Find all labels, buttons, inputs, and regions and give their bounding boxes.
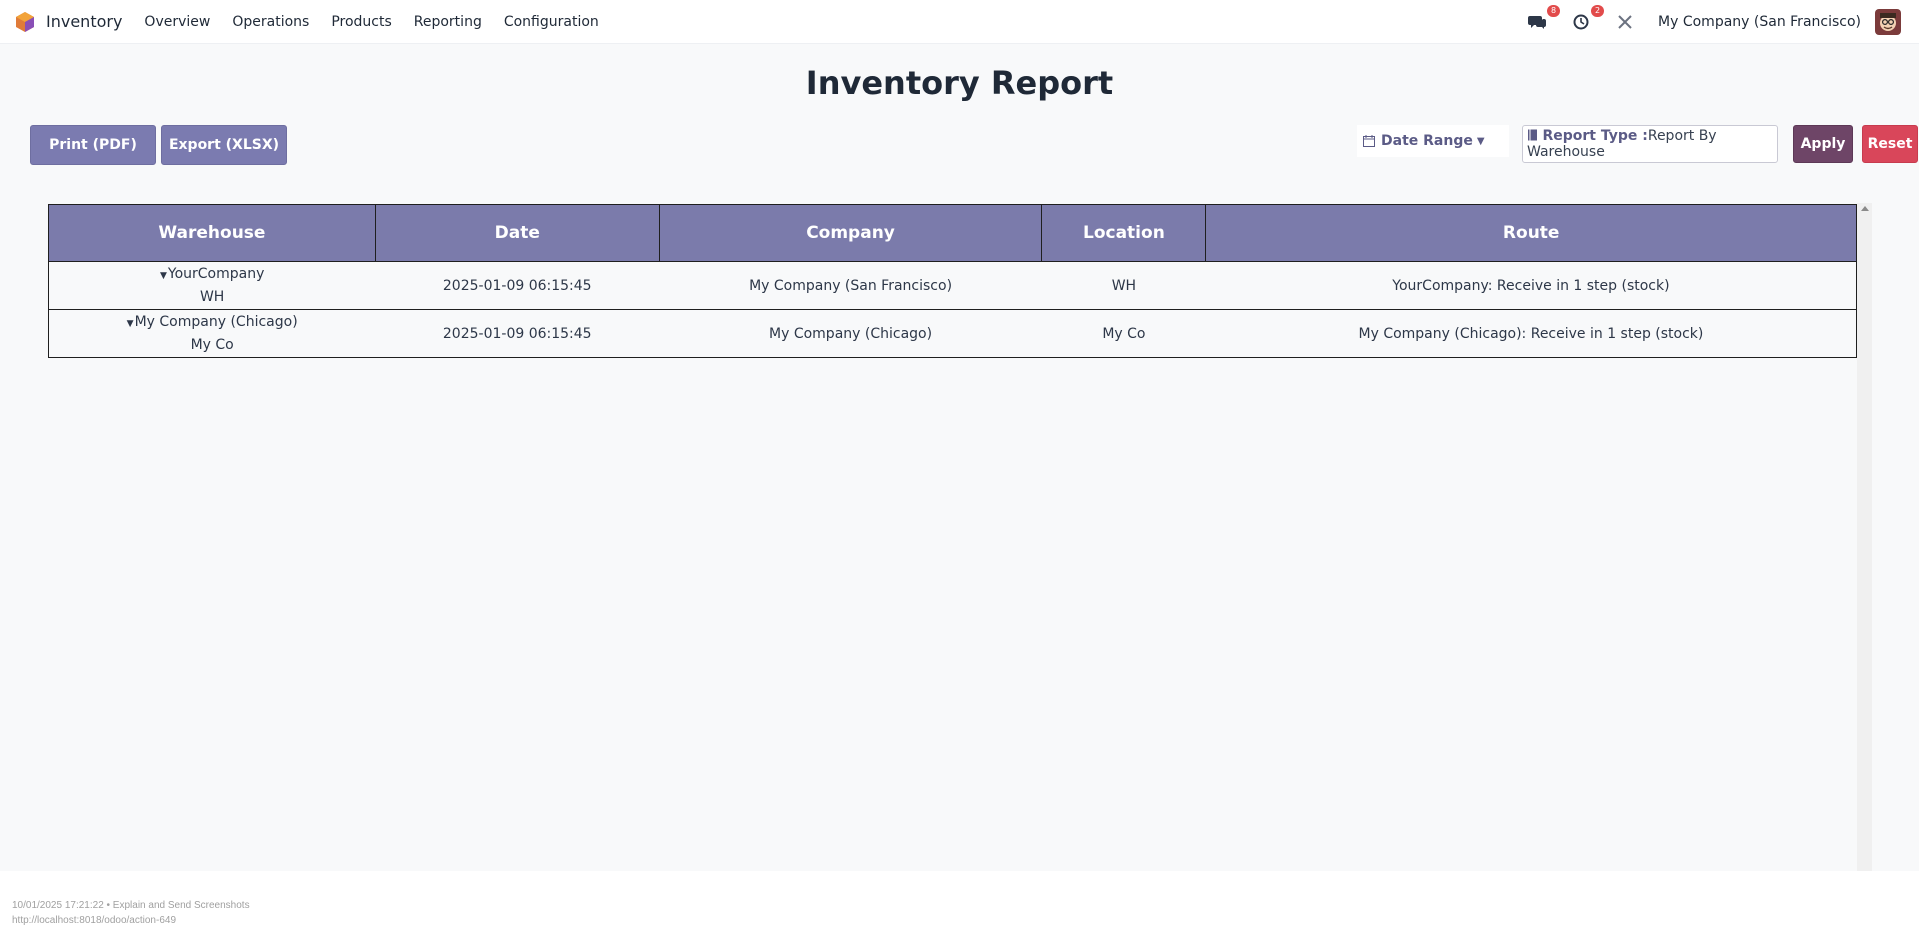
apply-button[interactable]: Apply: [1793, 125, 1853, 163]
table-row[interactable]: ▼YourCompany WH 2025-01-09 06:15:45 My C…: [48, 261, 1857, 310]
page-title: Inventory Report: [805, 64, 1114, 102]
table-header-row: Warehouse Date Company Location Route: [48, 204, 1857, 262]
clock-icon: [1573, 14, 1589, 29]
print-pdf-button[interactable]: Print (PDF): [30, 125, 156, 165]
date-range-dropdown[interactable]: Date Range ▼: [1357, 125, 1509, 157]
main-menu: Overview Operations Products Reporting C…: [144, 14, 620, 30]
messages-button[interactable]: 8: [1526, 4, 1561, 33]
screenshot-timestamp: 10/01/2025 17:21:22 • Explain and Send S…: [12, 900, 250, 911]
company-switcher[interactable]: My Company (San Francisco): [1658, 14, 1861, 30]
column-header-company: Company: [659, 204, 1043, 262]
inventory-report-table: Warehouse Date Company Location Route ▼Y…: [48, 204, 1857, 358]
calendar-icon: [1363, 135, 1375, 147]
debug-tools-button[interactable]: [1614, 11, 1636, 33]
book-icon: [1528, 129, 1537, 141]
expand-toggle-icon[interactable]: ▼: [127, 319, 134, 329]
activities-button[interactable]: 2: [1570, 4, 1605, 33]
date-cell: 2025-01-09 06:15:45: [375, 261, 660, 310]
column-header-date: Date: [375, 204, 660, 262]
menu-overview[interactable]: Overview: [144, 14, 210, 30]
top-navbar: Inventory Overview Operations Products R…: [0, 0, 1919, 44]
activities-badge: 2: [1590, 4, 1605, 17]
location-cell: WH: [1041, 261, 1206, 310]
warehouse-cell[interactable]: ▼YourCompany WH: [48, 261, 376, 310]
tools-icon: [1618, 14, 1632, 29]
messages-badge: 8: [1546, 4, 1561, 17]
column-header-warehouse: Warehouse: [48, 204, 376, 262]
report-type-label: Report Type :: [1542, 128, 1648, 144]
odoo-logo-icon: [14, 11, 36, 33]
reset-button[interactable]: Reset: [1862, 125, 1918, 163]
warehouse-code: My Co: [190, 336, 234, 353]
scroll-up-icon[interactable]: [1861, 206, 1869, 211]
menu-reporting[interactable]: Reporting: [414, 14, 482, 30]
column-header-location: Location: [1041, 204, 1207, 262]
systray: 8 2 My Company (San Francisco): [1526, 4, 1919, 35]
date-cell: 2025-01-09 06:15:45: [375, 309, 660, 358]
company-cell: My Company (San Francisco): [659, 261, 1042, 310]
menu-operations[interactable]: Operations: [232, 14, 309, 30]
export-xlsx-button[interactable]: Export (XLSX): [161, 125, 287, 165]
screenshot-url: http://localhost:8018/odoo/action-649: [12, 915, 177, 926]
report-content: Inventory Report Print (PDF) Export (XLS…: [0, 44, 1919, 871]
company-cell: My Company (Chicago): [659, 309, 1042, 358]
brand[interactable]: Inventory: [14, 11, 122, 33]
avatar[interactable]: [1875, 8, 1901, 35]
column-header-route: Route: [1205, 204, 1857, 262]
chat-icon: [1528, 15, 1547, 29]
warehouse-code: WH: [199, 288, 225, 305]
warehouse-name: My Company (Chicago): [134, 313, 298, 330]
screenshot-meta: 10/01/2025 17:21:22 • Explain and Send S…: [12, 898, 250, 928]
expand-toggle-icon[interactable]: ▼: [160, 271, 167, 281]
route-cell: YourCompany: Receive in 1 step (stock): [1205, 261, 1857, 310]
table-row[interactable]: ▼My Company (Chicago) My Co 2025-01-09 0…: [48, 309, 1857, 358]
location-cell: My Co: [1041, 309, 1206, 358]
app-name[interactable]: Inventory: [46, 12, 122, 31]
warehouse-name: YourCompany: [167, 265, 265, 282]
report-type-select[interactable]: Report Type :Report By Warehouse: [1522, 125, 1778, 163]
warehouse-cell[interactable]: ▼My Company (Chicago) My Co: [48, 309, 376, 358]
vertical-scrollbar[interactable]: [1857, 203, 1872, 871]
menu-configuration[interactable]: Configuration: [504, 14, 599, 30]
date-range-label: Date Range: [1381, 133, 1473, 149]
caret-down-icon: ▼: [1476, 135, 1485, 147]
route-cell: My Company (Chicago): Receive in 1 step …: [1205, 309, 1857, 358]
menu-products[interactable]: Products: [331, 14, 391, 30]
